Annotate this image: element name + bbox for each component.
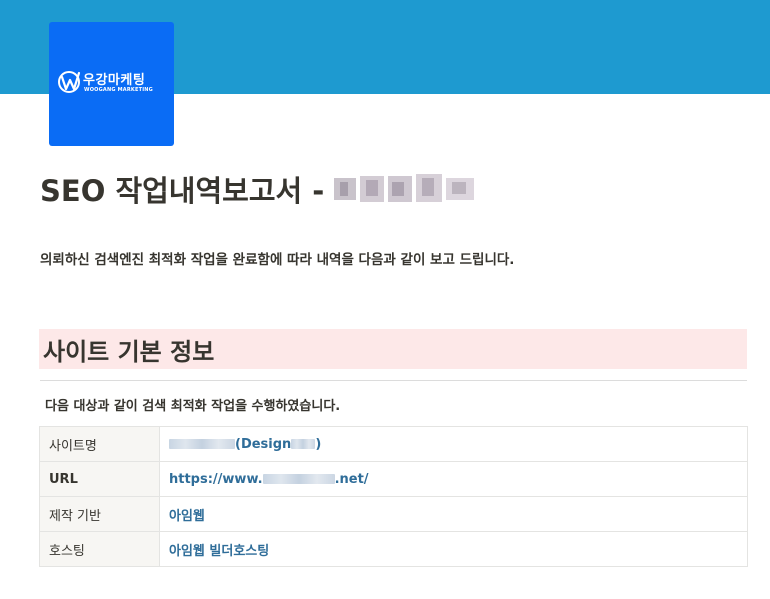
row-value-hosting: 아임웹 빌더호스팅: [159, 531, 748, 567]
section-heading: 사이트 기본 정보: [39, 329, 747, 369]
row-value-site-name: (Design): [159, 426, 748, 462]
row-label-platform: 제작 기반: [39, 496, 160, 532]
row-value-platform: 아임웹: [159, 496, 748, 532]
redacted-domain: [262, 474, 335, 484]
table-row: 제작 기반 아임웹: [39, 496, 748, 532]
table-row: 사이트명 (Design): [39, 426, 748, 462]
row-label-site-name: 사이트명: [39, 426, 160, 462]
table-row: URL https://www. .net/: [39, 461, 748, 497]
section-description: 다음 대상과 같이 검색 최적화 작업을 수행하였습니다.: [45, 399, 341, 414]
row-label-hosting: 호스팅: [39, 531, 160, 567]
page-title: SEO 작업내역보고서 -: [40, 168, 486, 210]
table-row: 호스팅 아임웹 빌더호스팅: [39, 531, 748, 567]
redacted-site-name-suffix: [291, 439, 316, 449]
row-label-url: URL: [39, 461, 160, 497]
divider: [40, 380, 747, 381]
section-heading-text: 사이트 기본 정보: [43, 338, 215, 366]
report-intro: 의뢰하신 검색엔진 최적화 작업을 완료함에 따라 내역을 다음과 같이 보고 …: [40, 252, 515, 268]
logo-title: 우강마케팅: [83, 73, 146, 88]
woogang-w-logo-icon: [58, 71, 81, 93]
company-logo: 우강마케팅 WOOGANG MARKETING: [49, 22, 174, 146]
redacted-site-name: [169, 439, 235, 449]
redacted-client-name: [330, 170, 486, 208]
page-title-text: SEO 작업내역보고서 -: [40, 174, 325, 208]
site-info-table: 사이트명 (Design) URL https://www. .net/ 제작 기…: [39, 426, 748, 567]
row-value-url[interactable]: https://www. .net/: [159, 461, 748, 497]
logo-subtitle: WOOGANG MARKETING: [84, 87, 153, 93]
